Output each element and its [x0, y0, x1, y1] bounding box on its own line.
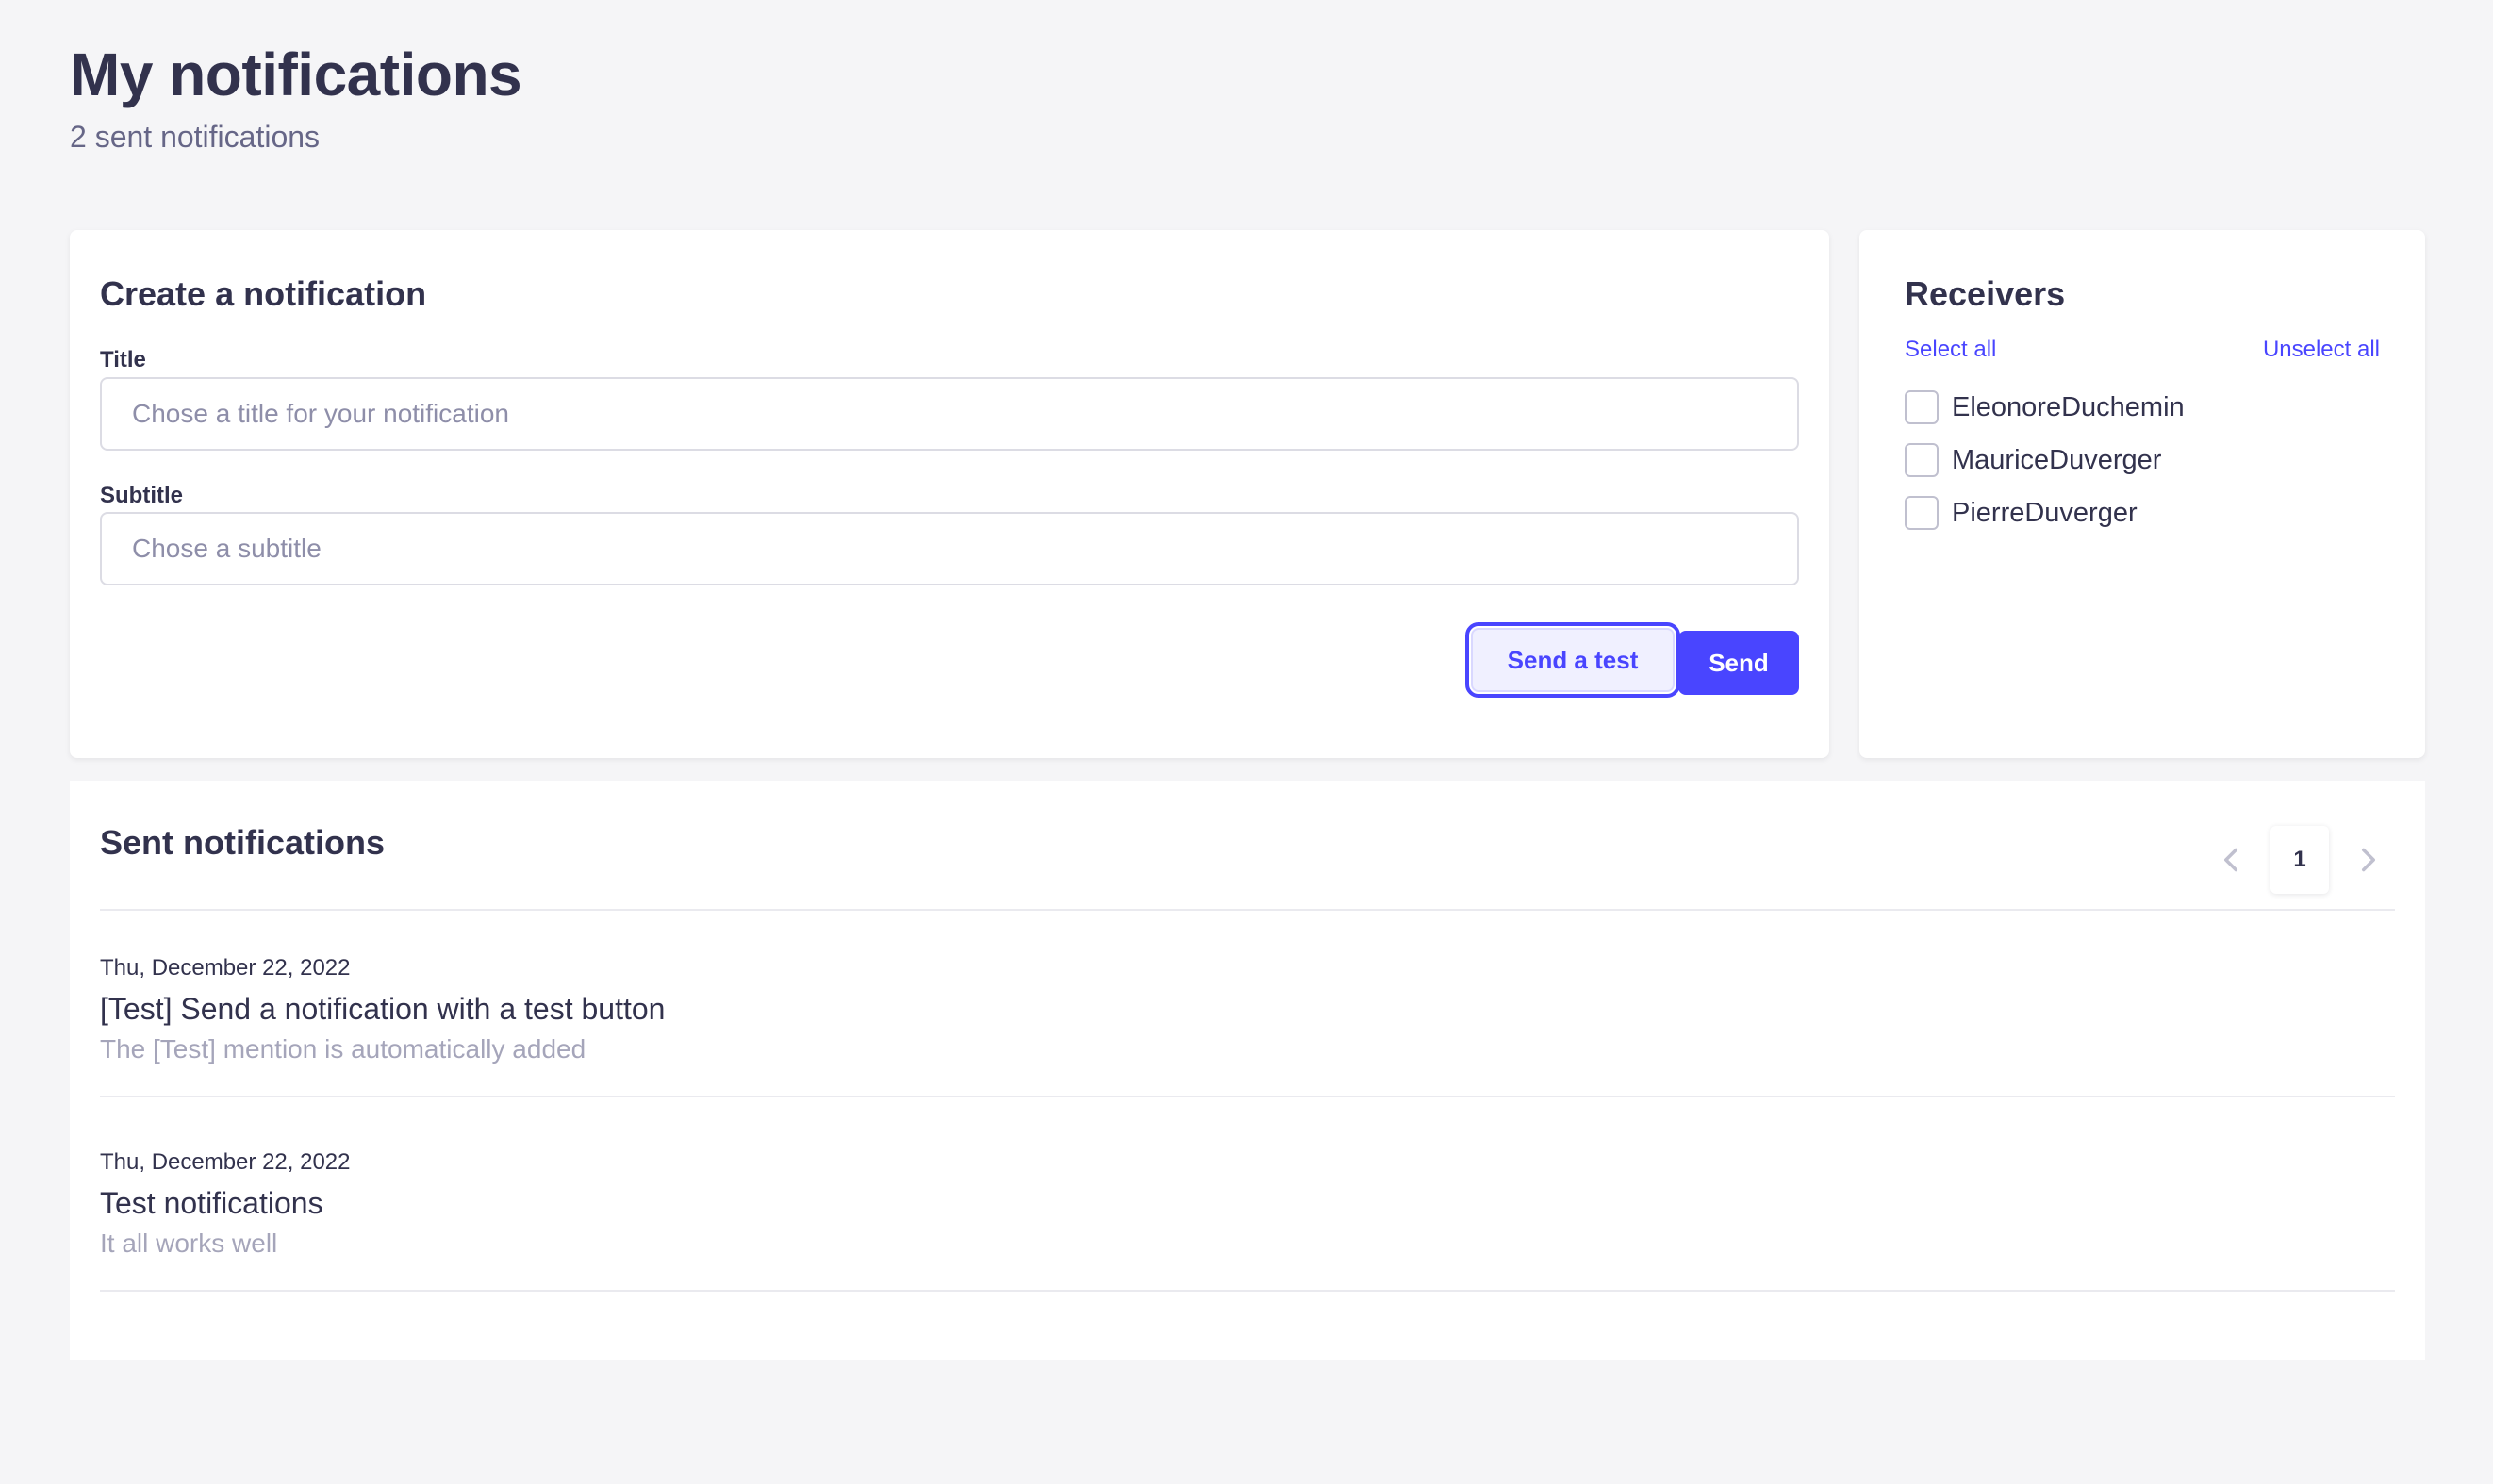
title-input[interactable]	[100, 377, 1799, 451]
notification-subtitle: The [Test] mention is automatically adde…	[100, 1034, 586, 1064]
receiver-name: EleonoreDuchemin	[1952, 392, 2185, 422]
sent-notifications-heading: Sent notifications	[100, 823, 386, 862]
page-subtitle: 2 sent notifications	[70, 120, 321, 154]
receiver-name: MauriceDuverger	[1952, 445, 2162, 475]
notification-item: Thu, December 22, 2022 Test notification…	[100, 1148, 351, 1260]
notification-date: Thu, December 22, 2022	[100, 1149, 351, 1175]
pagination: 1	[2203, 826, 2397, 894]
subtitle-input[interactable]	[100, 512, 1799, 585]
notification-title: Test notifications	[100, 1186, 323, 1220]
page-header: My notifications 2 sent notifications	[70, 38, 522, 155]
sent-notifications-card: Sent notifications 1 Thu, December 22, 2…	[70, 781, 2425, 1360]
receiver-item[interactable]: EleonoreDuchemin	[1905, 390, 2185, 424]
send-button[interactable]: Send	[1678, 631, 1799, 695]
receivers-card: Receivers Select all Unselect all Eleono…	[1859, 230, 2425, 758]
send-test-button[interactable]: Send a test	[1465, 622, 1680, 698]
notification-title: [Test] Send a notification with a test b…	[100, 992, 666, 1026]
chevron-right-icon	[2362, 848, 2375, 872]
receiver-name: PierreDuverger	[1952, 498, 2138, 528]
subtitle-label: Subtitle	[100, 483, 183, 508]
previous-page-button[interactable]	[2203, 826, 2259, 894]
receiver-checkbox[interactable]	[1905, 443, 1939, 477]
receiver-checkbox[interactable]	[1905, 390, 1939, 424]
next-page-button[interactable]	[2340, 826, 2397, 894]
divider	[100, 1096, 2395, 1097]
divider	[100, 909, 2395, 911]
page-number-button[interactable]: 1	[2270, 826, 2329, 894]
select-all-link[interactable]: Select all	[1905, 336, 1996, 364]
create-notification-card: Create a notification Title Subtitle Sen…	[70, 230, 1829, 758]
create-notification-heading: Create a notification	[100, 274, 427, 313]
page-title: My notifications	[70, 41, 522, 108]
title-label: Title	[100, 347, 146, 372]
chevron-left-icon	[2224, 848, 2237, 872]
receiver-item[interactable]: MauriceDuverger	[1905, 443, 2161, 477]
receiver-checkbox[interactable]	[1905, 496, 1939, 530]
receivers-heading: Receivers	[1905, 274, 2066, 313]
notification-item: Thu, December 22, 2022 [Test] Send a not…	[100, 954, 665, 1065]
notification-date: Thu, December 22, 2022	[100, 955, 351, 981]
receiver-item[interactable]: PierreDuverger	[1905, 496, 2138, 530]
notification-subtitle: It all works well	[100, 1228, 278, 1258]
unselect-all-link[interactable]: Unselect all	[2263, 336, 2380, 364]
divider	[100, 1290, 2395, 1292]
